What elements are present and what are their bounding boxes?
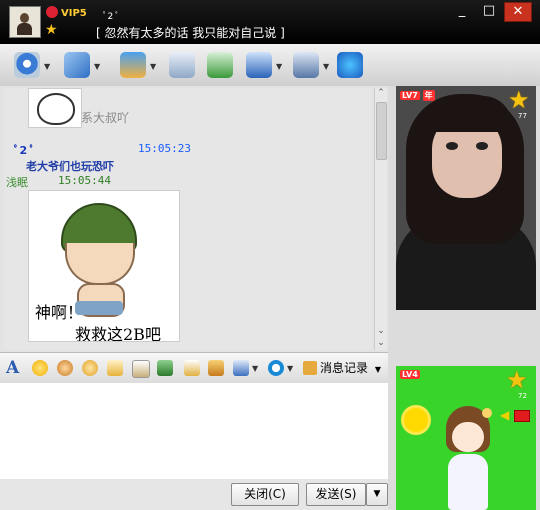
level-badge: LV7 年	[400, 90, 435, 101]
contact-avatar[interactable]	[9, 6, 41, 38]
message-area[interactable]: 系大叔吖 ﾟ2 ﾟ 15:05:23 老大爷们也玩恐吓 浅眠 15:05:44 …	[4, 88, 372, 350]
speaker-icon[interactable]: ◀	[500, 408, 509, 422]
star-icon: ★	[506, 366, 528, 394]
chat-window: VIP5 ★ ﾟ2 ﾟ [ 忽然有太多的话 我只能对自己说 ] _ □ ✕ ▼ …	[0, 0, 540, 510]
maximize-button[interactable]: □	[476, 2, 502, 20]
chevron-down-icon[interactable]: ▼	[94, 62, 102, 71]
chevron-down-icon[interactable]: ▼	[287, 364, 295, 373]
chevron-down-icon[interactable]: ▼	[323, 62, 331, 71]
image-icon[interactable]	[157, 360, 173, 376]
chat-history-panel: 系大叔吖 ﾟ2 ﾟ 15:05:23 老大爷们也玩恐吓 浅眠 15:05:44 …	[0, 86, 388, 352]
email-icon[interactable]	[169, 52, 195, 78]
level-badge: LV4	[400, 370, 420, 379]
avatar-body	[17, 23, 32, 35]
message-time: 15:05:44	[58, 174, 111, 187]
message-time: 15:05:23	[138, 142, 191, 155]
avatar-show-panel[interactable]: LV4 ★ 72 ◀	[396, 366, 536, 510]
chevron-down-icon[interactable]: ▼	[276, 62, 284, 71]
history-label: 消息记录	[320, 361, 369, 375]
send-file-icon[interactable]	[120, 52, 146, 78]
message-text: 老大爷们也玩恐吓	[26, 160, 114, 173]
star-icon: ★	[508, 86, 530, 114]
vip-label: VIP5	[61, 8, 87, 19]
main-toolbar: ▼ ▼ ▼ ▼ ▼	[0, 44, 540, 87]
note-icon[interactable]	[132, 360, 150, 378]
history-icon	[303, 361, 317, 375]
app-icon[interactable]	[337, 52, 363, 78]
close-button[interactable]: 关闭(C)	[231, 483, 299, 506]
title-bar: VIP5 ★ ﾟ2 ﾟ [ 忽然有太多的话 我只能对自己说 ] _ □ ✕	[0, 0, 540, 44]
contact-photo[interactable]: LV7 年 ★ 77	[396, 86, 536, 310]
action-bar: 关闭(C) 发送(S) ▼	[0, 479, 388, 510]
message-sender: 浅眠	[6, 176, 28, 189]
magic-emoji-icon[interactable]	[82, 360, 98, 376]
font-icon[interactable]: A	[6, 358, 19, 378]
send-options-button[interactable]: ▼	[366, 483, 388, 506]
show-face	[452, 422, 484, 452]
sticker-image	[28, 88, 82, 128]
scroll-down-icon[interactable]: ⌄	[375, 326, 387, 338]
chevron-down-icon[interactable]: ▼	[44, 62, 52, 71]
message-history-button[interactable]: 消息记录 ▼	[303, 359, 381, 376]
music-toggle-icon[interactable]	[514, 410, 530, 422]
chevron-down-icon[interactable]: ▼	[150, 62, 158, 71]
contact-signature: [ 忽然有太多的话 我只能对自己说 ]	[96, 26, 285, 40]
message-sender: ﾟ2 ﾟ	[14, 144, 36, 157]
sticker-text: 神啊！	[35, 303, 84, 322]
star-count: 77	[518, 112, 527, 120]
profile-panel: LV7 年 ★ 77 LV4 ★ 72 ◀	[388, 86, 540, 510]
chevron-down-icon[interactable]: ▼	[252, 364, 260, 373]
emoji-icon[interactable]	[57, 360, 73, 376]
vip-badge[interactable]: VIP5	[46, 6, 87, 19]
add-friend-icon[interactable]	[207, 52, 233, 78]
minimize-button[interactable]: _	[449, 2, 475, 20]
scroll-down-icon[interactable]: ⌄	[375, 338, 387, 350]
format-toolbar: A ▼ ▼ 消息记录 ▼	[0, 352, 388, 384]
send-button[interactable]: 发送(S)	[306, 483, 366, 506]
scroll-up-icon[interactable]: ⌃	[375, 88, 387, 100]
photo-eye	[446, 142, 458, 150]
scrollbar-thumb[interactable]	[376, 102, 387, 160]
sticker-image: 神啊！ 救救这2B吧	[28, 190, 180, 342]
avatar-head	[20, 13, 29, 23]
voice-call-icon[interactable]	[64, 52, 90, 78]
message-input[interactable]	[0, 383, 388, 480]
payment-icon[interactable]	[268, 360, 284, 376]
photo-eye	[476, 142, 488, 150]
contact-nickname: ﾟ2 ﾟ	[103, 12, 120, 22]
sticker-text: 救救这2B吧	[75, 325, 161, 342]
group-icon[interactable]	[246, 52, 272, 78]
flower-icon	[482, 408, 492, 418]
emoji-icon[interactable]	[32, 360, 48, 376]
close-window-button[interactable]: ✕	[504, 2, 532, 22]
music-icon[interactable]	[184, 360, 200, 376]
chat-scrollbar[interactable]: ⌃ ⌄ ⌄	[374, 88, 387, 350]
show-dress	[448, 454, 488, 510]
chevron-down-icon[interactable]: ▼	[375, 365, 381, 374]
gift-icon[interactable]	[208, 360, 224, 376]
screenshot-icon[interactable]	[233, 360, 249, 376]
sticker-face	[65, 243, 135, 285]
shake-icon[interactable]	[107, 360, 123, 376]
settings-icon[interactable]	[293, 52, 319, 78]
photo-bangs	[422, 96, 512, 132]
vip-icon	[46, 6, 58, 18]
star-icon: ★	[45, 22, 58, 38]
star-count: 72	[518, 392, 527, 400]
video-call-icon[interactable]	[14, 52, 40, 78]
sticker-caption: 系大叔吖	[81, 111, 130, 125]
sticker-face	[37, 93, 75, 125]
sun-icon	[404, 408, 428, 432]
